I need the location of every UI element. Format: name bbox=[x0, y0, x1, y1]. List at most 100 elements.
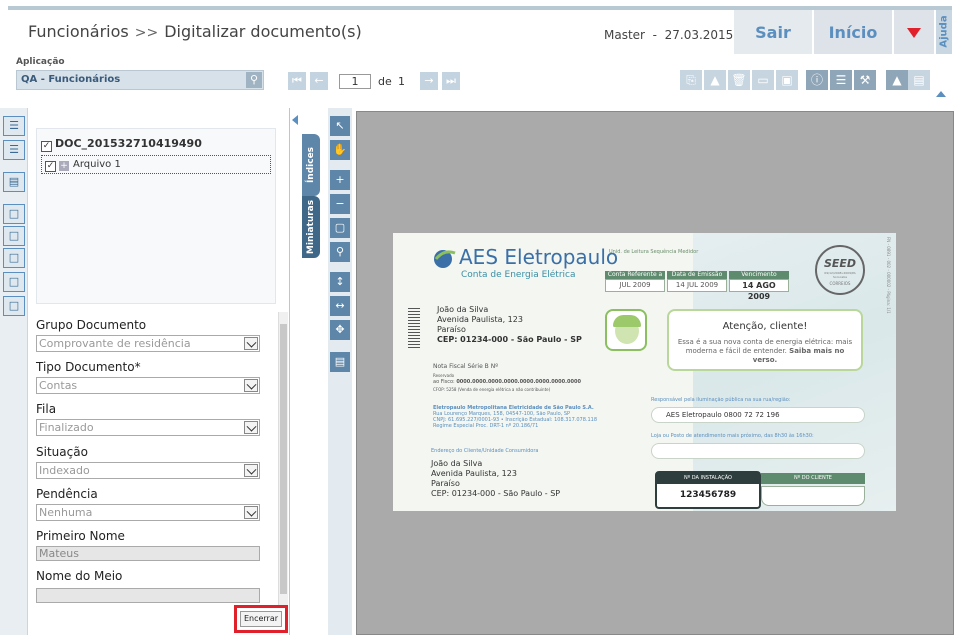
bill-end-label: Endereço do Cliente/Unidade Consumidora bbox=[431, 448, 539, 454]
document-viewer[interactable]: AES Eletropaulo Conta de Energia Elétric… bbox=[356, 111, 954, 635]
home-button[interactable]: Início bbox=[814, 10, 892, 54]
fit-width-icon[interactable]: ↔ bbox=[330, 296, 350, 316]
application-select[interactable]: QA - Funcionários ⚲ bbox=[16, 70, 264, 90]
pendencia-value: Nenhuma bbox=[39, 506, 93, 519]
bill-company-reg: Regime Especial Proc. DRT-1 nº 20.186/71 bbox=[433, 423, 539, 429]
chevron-down-icon[interactable] bbox=[244, 506, 258, 519]
scan-icon[interactable]: ⎘ bbox=[680, 70, 702, 90]
bill-nf-title: Nota Fiscal Série B Nº bbox=[433, 363, 499, 370]
bill-client-street-2: Avenida Paulista, 123 bbox=[431, 469, 517, 478]
help-button[interactable]: Ajuda bbox=[936, 10, 952, 54]
session-date: 27.03.2015 bbox=[664, 28, 734, 42]
last-page-button[interactable]: ⏭ bbox=[442, 72, 460, 90]
info-icon[interactable]: ⓘ bbox=[806, 70, 828, 90]
bill-cli-value bbox=[761, 486, 865, 506]
add-document-icon[interactable]: □ bbox=[3, 226, 25, 246]
chevron-down-icon[interactable] bbox=[244, 337, 258, 350]
folder-lock-icon[interactable]: ▣ bbox=[776, 70, 798, 90]
tipo-documento-select[interactable]: Contas bbox=[36, 377, 260, 394]
tree-file-node[interactable]: ✓ + Arquivo 1 bbox=[41, 155, 271, 174]
bill-client-cep-2: CEP: 01234-000 - São Paulo - SP bbox=[431, 489, 561, 498]
merge-document-icon[interactable]: □ bbox=[3, 296, 25, 316]
zoom-in-icon[interactable]: + bbox=[330, 170, 350, 190]
bill-address-bottom: João da Silva Avenida Paulista, 123 Para… bbox=[431, 459, 560, 499]
chevron-down-icon[interactable] bbox=[244, 379, 258, 392]
copy-document-icon[interactable]: ▤ bbox=[3, 172, 25, 192]
scanner-icon[interactable]: ☰ bbox=[830, 70, 852, 90]
first-page-button[interactable]: ⏮ bbox=[288, 72, 306, 90]
tipo-documento-value: Contas bbox=[39, 379, 78, 392]
page-title: Funcionários >> Digitalizar documento(s) bbox=[28, 22, 362, 41]
aes-logo-icon bbox=[434, 250, 456, 268]
mascot-icon bbox=[605, 309, 647, 351]
grupo-documento-label: Grupo Documento bbox=[36, 318, 147, 332]
wrench-icon[interactable]: ⚒ bbox=[854, 70, 876, 90]
previous-page-button[interactable]: ← bbox=[310, 72, 328, 90]
bill-inst-value: 123456789 bbox=[679, 490, 737, 500]
hand-icon[interactable]: ✋ bbox=[330, 140, 350, 160]
upload-icon[interactable]: ▲ bbox=[886, 70, 908, 90]
fila-select[interactable]: Finalizado bbox=[36, 419, 260, 436]
grupo-documento-select[interactable]: Comprovante de residência bbox=[36, 335, 260, 352]
bill-top-links: Unid. de Leitura Sequência Medidor bbox=[609, 249, 699, 255]
situacao-select[interactable]: Indexado bbox=[36, 462, 260, 479]
collapse-left-icon[interactable] bbox=[292, 115, 298, 125]
bill-nf-res-b: ao Fisco: bbox=[433, 379, 455, 385]
breadcrumb-root[interactable]: Funcionários bbox=[28, 22, 129, 41]
bill-client-name: João da Silva bbox=[437, 305, 489, 314]
next-page-button[interactable]: → bbox=[420, 72, 438, 90]
bill-nf-num: 0000.0000.0000.0000.0000.0000.0000.0000 bbox=[456, 379, 581, 385]
tab-indices[interactable]: Índices bbox=[302, 134, 320, 196]
bill-attention-bubble: Atenção, cliente! Essa é a sua nova cont… bbox=[667, 309, 863, 371]
encerrar-button[interactable]: Encerrar bbox=[240, 611, 282, 627]
zoom-reset-icon[interactable]: ⚲ bbox=[330, 242, 350, 262]
folder-icon[interactable]: ▭ bbox=[752, 70, 774, 90]
file-name: Arquivo 1 bbox=[73, 159, 121, 170]
bill-address-top: João da Silva Avenida Paulista, 123 Para… bbox=[437, 305, 582, 345]
chevron-down-icon[interactable] bbox=[244, 464, 258, 477]
import-icon[interactable]: ▲ bbox=[704, 70, 726, 90]
zoom-area-icon[interactable]: ▢ bbox=[330, 218, 350, 238]
logout-button[interactable]: Sair bbox=[734, 10, 812, 54]
pointer-icon[interactable]: ↖ bbox=[330, 116, 350, 136]
document-name: DOC_201532710419490 bbox=[55, 137, 202, 150]
zoom-out-icon[interactable]: − bbox=[330, 194, 350, 214]
help-label: Ajuda bbox=[938, 15, 950, 48]
bill-nf-cfop: CFOP: 5258 (Venda de energia elétrica a … bbox=[433, 387, 551, 392]
bill-client-street: Avenida Paulista, 123 bbox=[437, 315, 523, 324]
seed-corr: CORREIOS bbox=[829, 281, 851, 286]
grupo-documento-value: Comprovante de residência bbox=[39, 337, 191, 350]
tree-document-node[interactable]: ✓ DOC_201532710419490 bbox=[41, 137, 202, 152]
seed-title: SEED bbox=[823, 257, 857, 270]
pendencia-select[interactable]: Nenhuma bbox=[36, 504, 260, 521]
bill-client-district-2: Paraíso bbox=[431, 479, 460, 488]
bill-installation-box: Nº DA INSTALAÇÃO 123456789 bbox=[655, 471, 761, 509]
nome-do-meio-label: Nome do Meio bbox=[36, 569, 123, 583]
fields-scrollbar[interactable] bbox=[278, 312, 288, 606]
fit-page-icon[interactable]: ✥ bbox=[330, 320, 350, 340]
layout-icon[interactable]: ▤ bbox=[908, 70, 930, 90]
collapse-up-icon[interactable] bbox=[936, 91, 946, 97]
search-icon[interactable]: ⚲ bbox=[246, 72, 262, 88]
bill-image: AES Eletropaulo Conta de Energia Elétric… bbox=[393, 233, 896, 511]
fit-height-icon[interactable]: ↕ bbox=[330, 272, 350, 292]
menu-dropdown-button[interactable] bbox=[894, 10, 934, 54]
tab-miniaturas[interactable]: Miniaturas bbox=[302, 196, 320, 258]
split-document-icon[interactable]: □ bbox=[3, 272, 25, 292]
page-of-label: de bbox=[378, 75, 392, 88]
breadcrumb-current: Digitalizar documento(s) bbox=[164, 22, 362, 41]
add-layers-icon[interactable]: ☰ bbox=[3, 116, 25, 136]
chevron-down-icon[interactable] bbox=[244, 421, 258, 434]
rotate-document-icon[interactable]: ▤ bbox=[330, 352, 350, 372]
file-checkbox[interactable]: ✓ bbox=[45, 161, 56, 172]
trash-icon[interactable]: 🗑 bbox=[728, 70, 750, 90]
page-total: 1 bbox=[398, 75, 405, 88]
document-checkbox[interactable]: ✓ bbox=[41, 141, 52, 152]
scrollbar-thumb[interactable] bbox=[280, 324, 287, 594]
bill-nf: Nota Fiscal Série B Nº Reservado ao Fisc… bbox=[433, 363, 581, 393]
file-icon: + bbox=[59, 161, 69, 171]
page-number-input[interactable]: 1 bbox=[339, 74, 371, 89]
document-icon[interactable]: □ bbox=[3, 248, 25, 268]
remove-layers-icon[interactable]: ☰ bbox=[3, 140, 25, 160]
new-document-icon[interactable]: □ bbox=[3, 204, 25, 224]
